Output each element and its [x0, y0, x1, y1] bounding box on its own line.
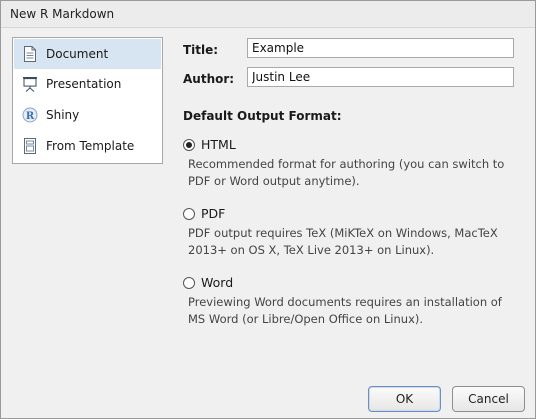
template-icon [22, 138, 38, 154]
sidebar-item-presentation[interactable]: Presentation [14, 69, 161, 99]
word-radio[interactable] [183, 276, 195, 289]
pdf-option[interactable]: PDF [183, 206, 225, 221]
html-radio[interactable] [183, 138, 195, 151]
sidebar-item-shiny[interactable]: R Shiny [14, 100, 161, 130]
default-output-format-heading: Default Output Format: [183, 109, 342, 123]
sidebar-item-label: Document [46, 47, 109, 61]
title-input[interactable] [247, 38, 514, 58]
sidebar-item-label: Presentation [46, 77, 122, 91]
author-input[interactable] [247, 67, 514, 87]
title-label: Title: [183, 43, 219, 57]
cancel-button[interactable]: Cancel [452, 386, 525, 412]
sidebar-item-label: Shiny [46, 108, 80, 122]
shiny-r-icon: R [22, 107, 38, 123]
html-option-description: Recommended format for authoring (you ca… [188, 157, 505, 188]
window-title: New R Markdown [10, 7, 115, 21]
word-option[interactable]: Word [183, 275, 233, 290]
html-option[interactable]: HTML [183, 137, 236, 152]
new-r-markdown-dialog: New R Markdown Document Presentation R S… [0, 0, 536, 419]
pdf-radio[interactable] [183, 207, 195, 220]
sidebar-item-from-template[interactable]: From Template [14, 131, 161, 161]
sidebar-item-document[interactable]: Document [14, 39, 161, 69]
presentation-icon [22, 76, 38, 92]
word-option-label: Word [201, 275, 234, 290]
word-option-description: Previewing Word documents requires an in… [188, 295, 502, 326]
html-option-label: HTML [201, 137, 236, 152]
author-label: Author: [183, 72, 235, 86]
sidebar-item-label: From Template [46, 139, 135, 153]
document-icon [22, 46, 38, 62]
document-type-list: Document Presentation R Shiny From Templ… [12, 37, 163, 164]
svg-text:R: R [26, 111, 35, 122]
pdf-option-description: PDF output requires TeX (MiKTeX on Windo… [188, 226, 498, 257]
pdf-option-label: PDF [201, 206, 226, 221]
title-bar[interactable]: New R Markdown [1, 1, 535, 28]
radio-selected-dot [186, 141, 192, 148]
ok-button[interactable]: OK [368, 386, 441, 412]
